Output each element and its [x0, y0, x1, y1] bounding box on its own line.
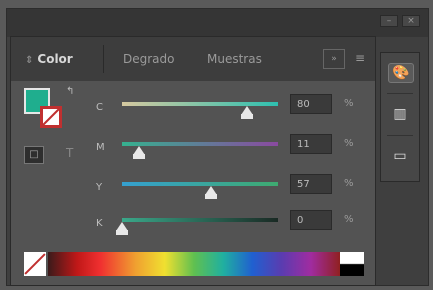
magenta-value-field[interactable]: 11 [290, 134, 332, 154]
window-controls: – × [380, 15, 420, 27]
expand-panel-button[interactable]: » [323, 49, 345, 69]
color-spectrum-ramp[interactable] [48, 252, 340, 276]
palette-icon[interactable]: 🎨 [388, 63, 414, 83]
panel-menu-icon[interactable]: ≡ [353, 49, 367, 67]
slider-track-cyan[interactable] [122, 102, 278, 106]
slider-row-cyan: C 80 % [0, 94, 433, 136]
swatches-icon[interactable]: ▥ [388, 105, 412, 123]
magenta-percent-sign: % [344, 138, 354, 149]
panel-grip-icon[interactable]: ⇕ [25, 55, 33, 66]
tab-muestras[interactable]: Muestras [207, 47, 262, 71]
stroke-icon[interactable]: ▭ [388, 147, 412, 165]
cyan-percent-sign: % [344, 98, 354, 109]
slider-row-yellow: Y 57 % [0, 174, 433, 216]
slider-label-yellow: Y [96, 182, 103, 193]
color-spectrum-bar [24, 252, 364, 276]
none-color-swatch[interactable] [24, 252, 46, 276]
slider-track-yellow[interactable] [122, 182, 278, 186]
slider-thumb-base-cyan[interactable] [240, 114, 253, 119]
side-dock-divider [387, 135, 413, 136]
slider-thumb-base-magenta[interactable] [133, 154, 146, 159]
slider-label-black: K [96, 218, 103, 229]
tab-color-label: Color [37, 52, 73, 66]
slider-thumb-base-yellow[interactable] [204, 194, 217, 199]
slider-label-cyan: C [96, 102, 103, 113]
slider-label-magenta: M [96, 142, 105, 153]
tab-color[interactable]: ⇕ Color [25, 47, 73, 71]
minimize-button[interactable]: – [380, 15, 398, 27]
black-value-field[interactable]: 0 [290, 210, 332, 230]
yellow-value-field[interactable]: 57 [290, 174, 332, 194]
cyan-value-field[interactable]: 80 [290, 94, 332, 114]
tab-divider [103, 45, 104, 73]
window-top-strip: – × [7, 9, 428, 37]
panel-tab-bar: ⇕ Color Degrado Muestras » ≡ [11, 37, 375, 81]
slider-row-magenta: M 11 % [0, 134, 433, 176]
black-white-swatches[interactable] [340, 252, 364, 276]
slider-track-black[interactable] [122, 218, 278, 222]
yellow-percent-sign: % [344, 178, 354, 189]
black-percent-sign: % [344, 214, 354, 225]
slider-track-magenta[interactable] [122, 142, 278, 146]
tab-degrade[interactable]: Degrado [123, 47, 175, 71]
side-dock: 🎨 ▥ ▭ [380, 52, 420, 182]
slider-row-black: K 0 % [0, 210, 433, 252]
close-button[interactable]: × [402, 15, 420, 27]
side-dock-divider [387, 93, 413, 94]
slider-thumb-base-black[interactable] [116, 230, 128, 235]
